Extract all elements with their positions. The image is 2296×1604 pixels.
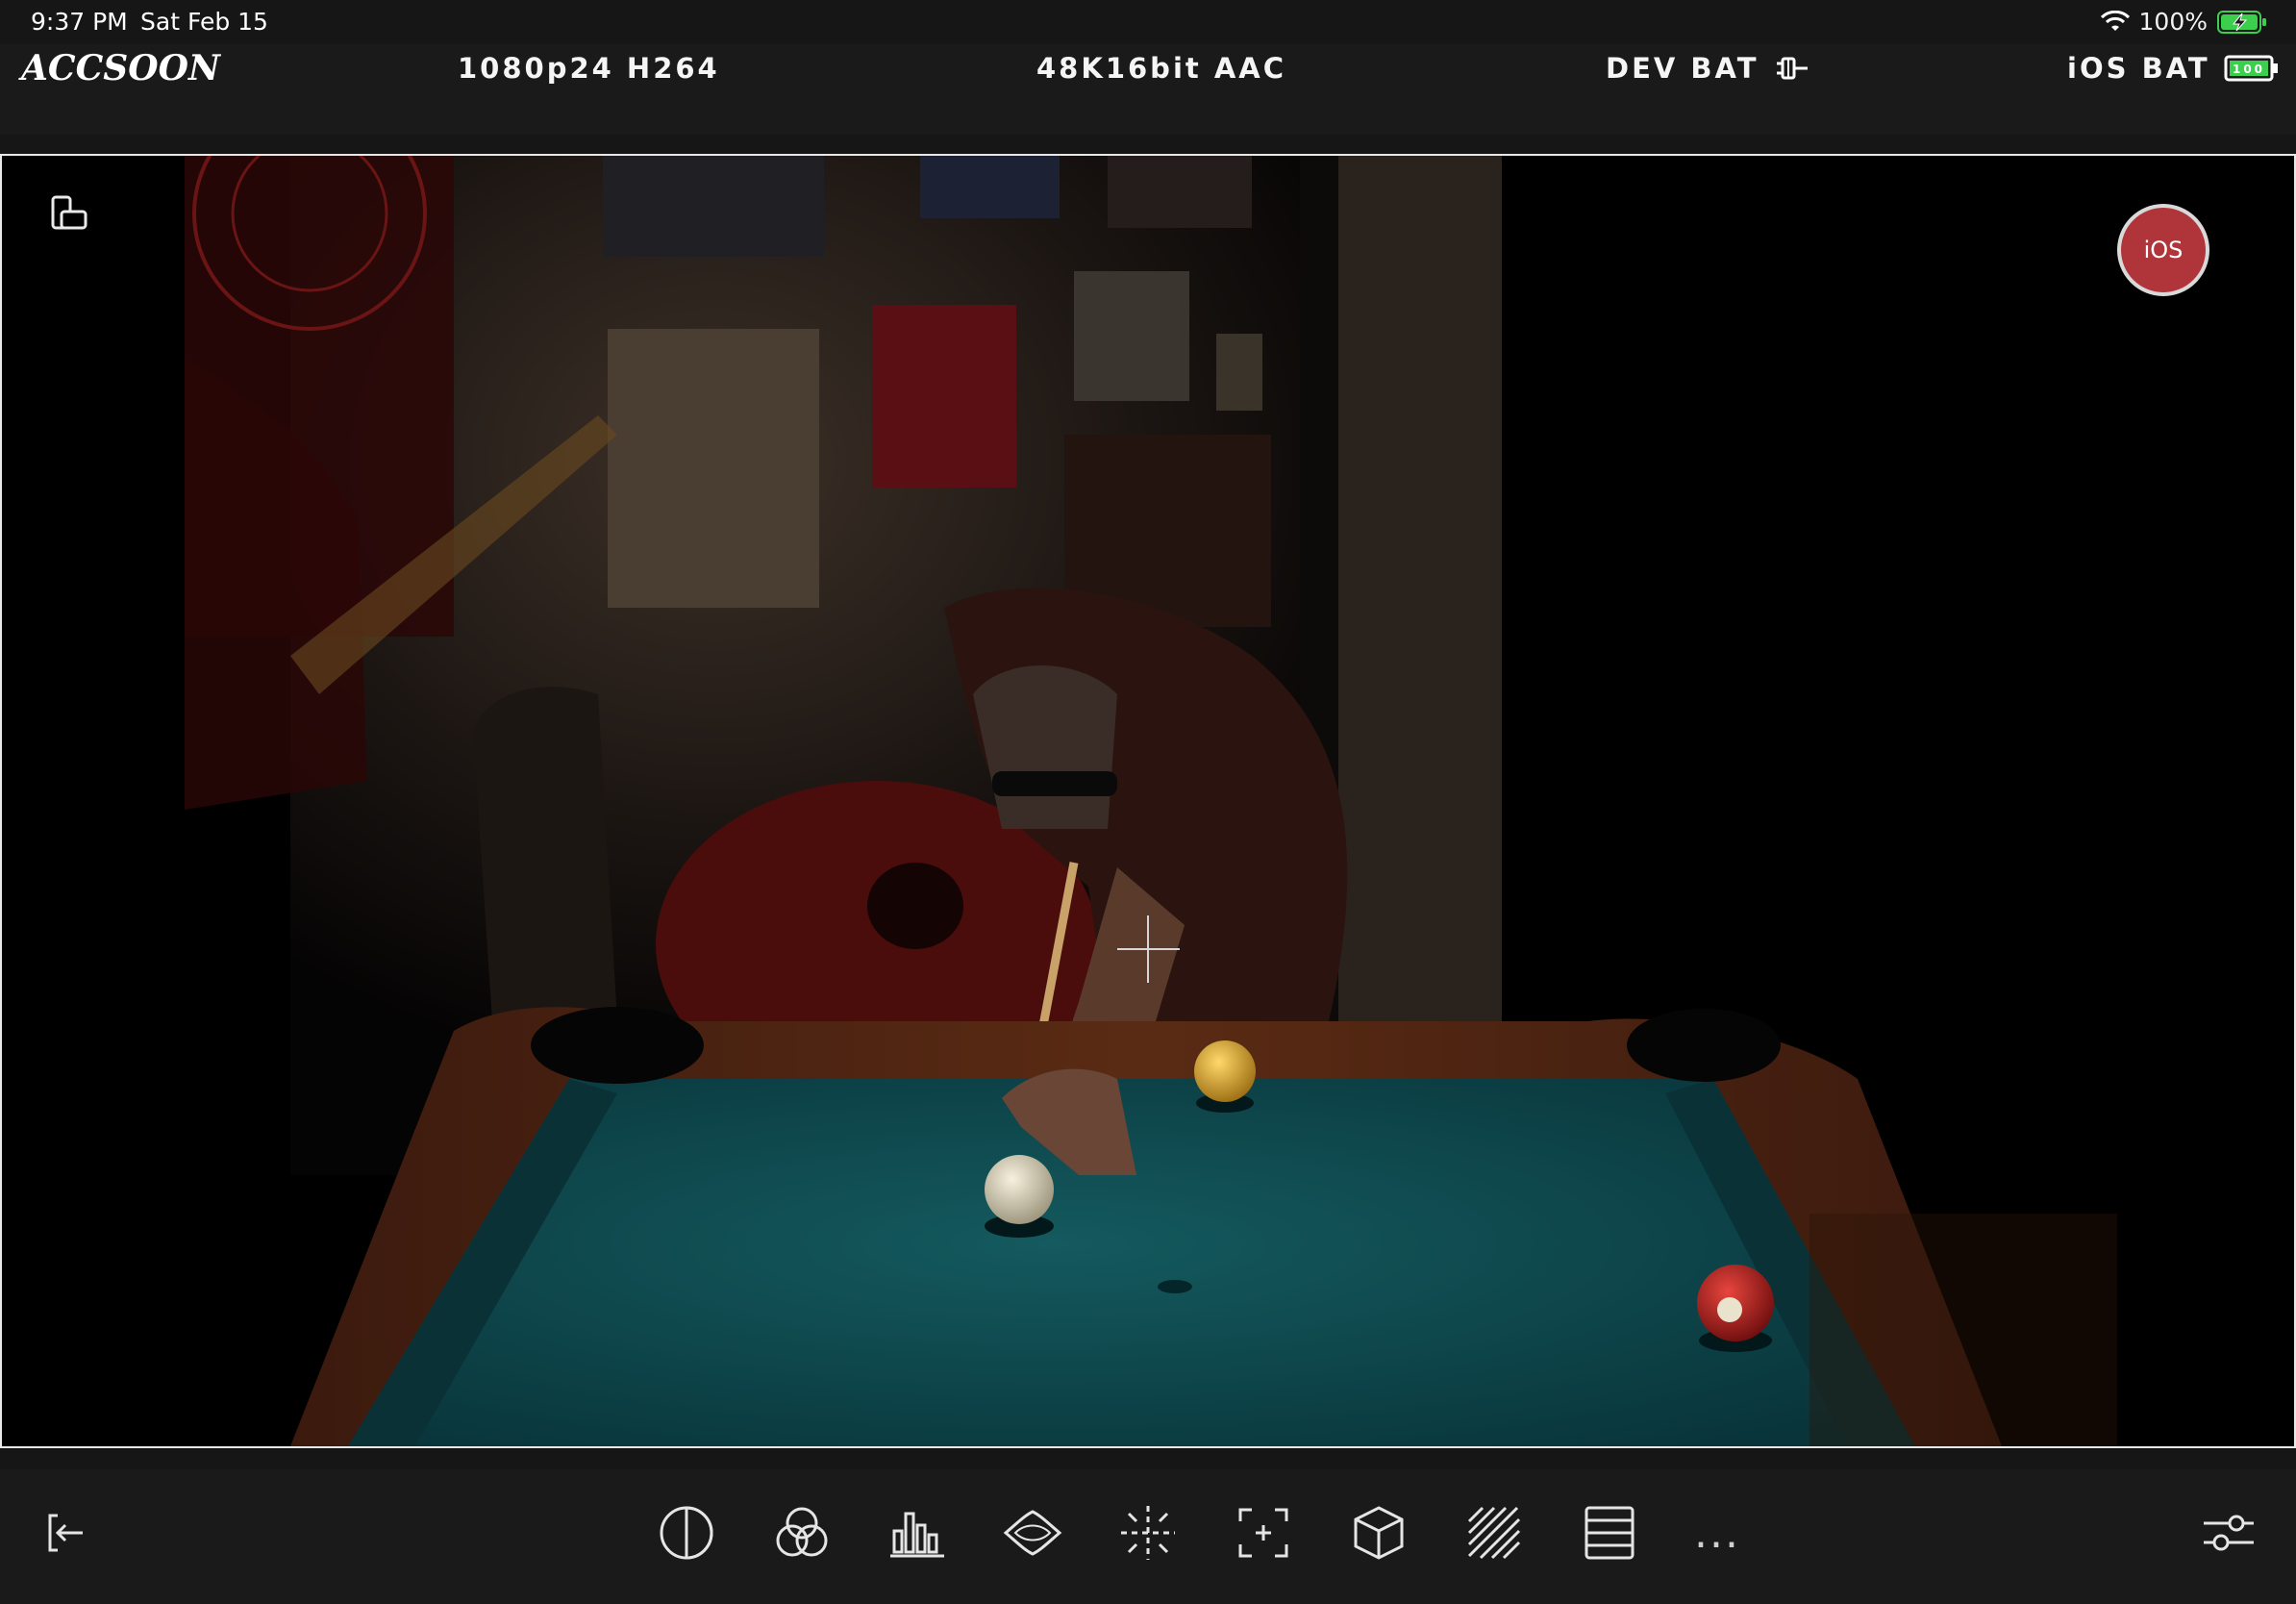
frame-guide-button[interactable] bbox=[1225, 1494, 1302, 1571]
histogram-icon bbox=[890, 1512, 944, 1558]
status-indicators: 100% bbox=[2100, 8, 2267, 36]
more-button[interactable]: ... bbox=[1679, 1494, 1756, 1571]
grid-lines-icon bbox=[1585, 1506, 1635, 1560]
exit-button[interactable] bbox=[29, 1494, 106, 1571]
center-marker-button[interactable] bbox=[1110, 1494, 1186, 1571]
lut-cube-icon bbox=[1354, 1506, 1404, 1560]
info-bar: ACCSOON 1080p24 H264 48K16bit AAC DEV BA… bbox=[0, 44, 2296, 135]
rgb-channels-button[interactable] bbox=[763, 1494, 840, 1571]
status-time: 9:37 PM bbox=[31, 8, 128, 36]
video-format: 1080p24 H264 bbox=[458, 52, 720, 85]
exit-icon bbox=[48, 1514, 83, 1552]
frame-guide-icon bbox=[1238, 1508, 1288, 1558]
ios-battery-label: iOS BAT bbox=[2067, 52, 2210, 85]
status-date: Sat Feb 15 bbox=[140, 8, 268, 36]
wifi-icon bbox=[2100, 10, 2130, 31]
ios-battery-value: 100 bbox=[2233, 63, 2265, 76]
false-color-icon bbox=[660, 1506, 713, 1560]
camera-preview[interactable]: iOS bbox=[0, 154, 2296, 1448]
zebra-icon bbox=[1467, 1506, 1521, 1560]
settings-sliders-icon bbox=[2204, 1515, 2254, 1551]
audio-format: 48K16bit AAC bbox=[1036, 52, 1287, 85]
zebra-button[interactable] bbox=[1456, 1494, 1533, 1571]
device-battery: DEV BAT bbox=[1606, 44, 1811, 92]
histogram-button[interactable] bbox=[879, 1494, 956, 1571]
status-bar: 9:37 PM Sat Feb 15 100% bbox=[0, 0, 2296, 44]
rotate-phone-button[interactable] bbox=[50, 194, 88, 233]
ios-battery: iOS BAT 100 bbox=[2067, 44, 2280, 92]
rgb-channels-icon bbox=[776, 1507, 828, 1557]
device-power-plug-icon bbox=[1776, 57, 1808, 80]
battery-percent: 100% bbox=[2138, 8, 2208, 36]
battery-charging-icon bbox=[2217, 10, 2266, 34]
waveform-button[interactable] bbox=[994, 1494, 1071, 1571]
rotate-phone-icon bbox=[51, 195, 87, 230]
device-battery-label: DEV BAT bbox=[1606, 52, 1759, 85]
false-color-button[interactable] bbox=[648, 1494, 725, 1571]
waveform-icon bbox=[1003, 1510, 1062, 1556]
center-marker-icon bbox=[1121, 1506, 1175, 1560]
accsoon-logo: ACCSOON bbox=[21, 48, 220, 88]
settings-button[interactable] bbox=[2190, 1494, 2267, 1571]
record-button[interactable]: iOS bbox=[2117, 204, 2209, 296]
ios-battery-icon: 100 bbox=[2224, 55, 2278, 82]
preview-frame bbox=[2, 156, 2294, 1446]
lut-button[interactable] bbox=[1340, 1494, 1417, 1571]
grid-lines-button[interactable] bbox=[1571, 1494, 1648, 1571]
more-icon: ... bbox=[1694, 1508, 1740, 1558]
bottom-toolbar: ... bbox=[0, 1469, 2296, 1604]
